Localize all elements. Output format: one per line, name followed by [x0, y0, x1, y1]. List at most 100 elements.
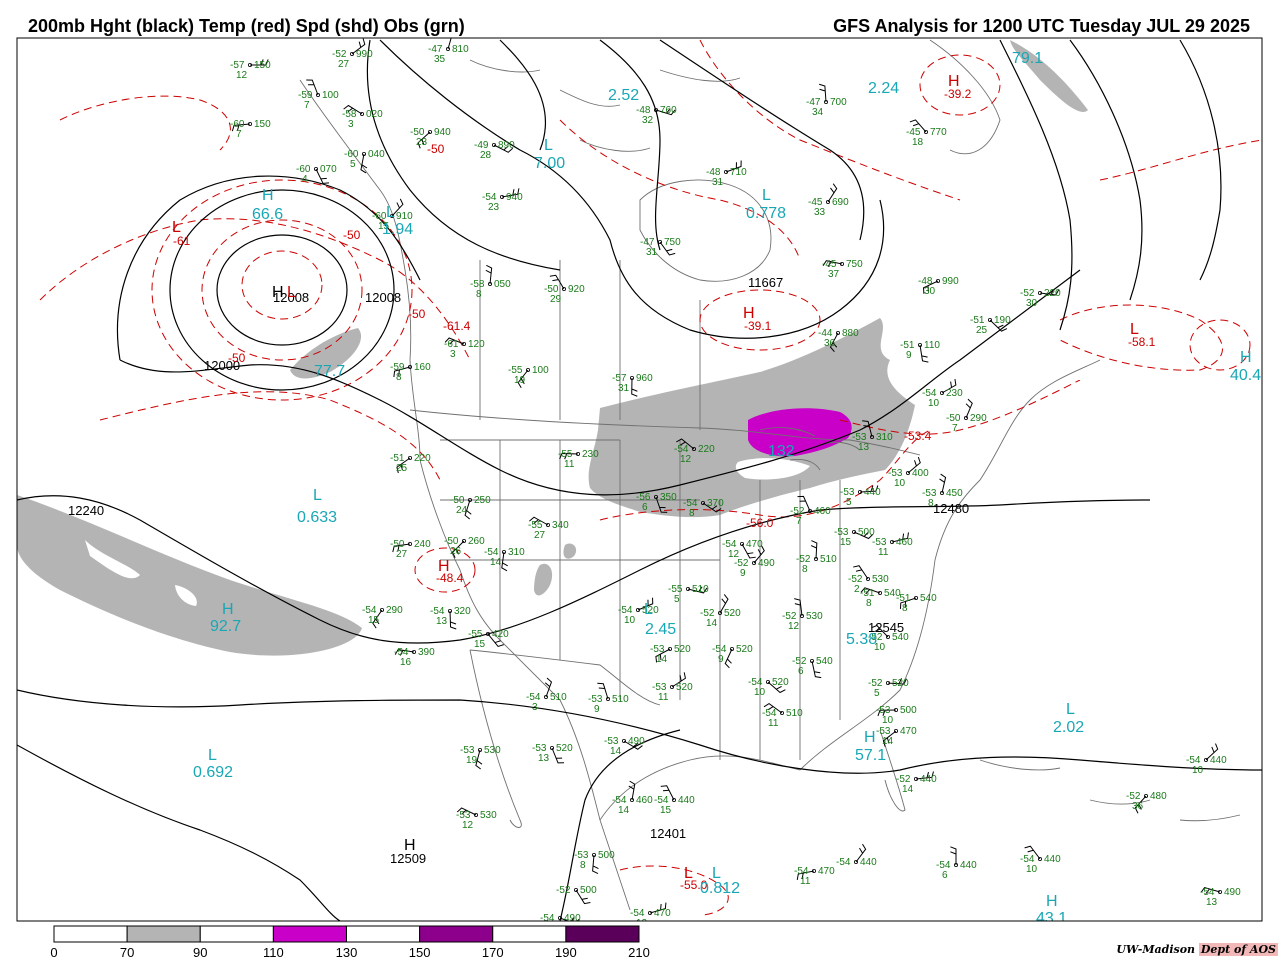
obs-height: 400	[912, 468, 929, 479]
station-obs: -54 44010	[1020, 854, 1061, 875]
obs-height: 490	[628, 736, 645, 747]
station-obs: -53 47014	[876, 726, 917, 747]
obs-dewpoint: 36	[824, 338, 836, 349]
obs-height: 440	[960, 860, 977, 871]
obs-dewpoint: 3	[348, 119, 354, 130]
obs-height: 880	[842, 328, 859, 339]
obs-dewpoint: 6	[798, 666, 804, 677]
obs-dewpoint: 37	[828, 269, 840, 280]
obs-height: 530	[480, 810, 497, 821]
obs-height: 420	[492, 629, 509, 640]
station-obs: -50 25024	[450, 495, 491, 516]
obs-height: 220	[1044, 288, 1061, 299]
obs-dewpoint: 4	[302, 174, 308, 185]
station-obs: -45 75037	[822, 259, 863, 280]
high-marker: H	[222, 601, 234, 618]
station-obs: -52 52014	[700, 608, 741, 629]
station-obs: -51 22025	[390, 453, 431, 474]
obs-height: 070	[320, 164, 337, 175]
speed-value: 0.778	[746, 205, 786, 222]
obs-dewpoint: 30	[1026, 298, 1038, 309]
station-obs: -53 52011	[652, 682, 693, 703]
obs-height: 050	[494, 279, 511, 290]
obs-dewpoint: 13	[858, 442, 870, 453]
obs-height: 530	[484, 745, 501, 756]
legend-swatch	[419, 925, 494, 943]
station-obs: -48 76032	[636, 105, 677, 126]
legend-tick-label: 90	[193, 945, 207, 960]
obs-height: 890	[498, 140, 515, 151]
obs-height: 520	[772, 677, 789, 688]
obs-dewpoint: 29	[550, 294, 562, 305]
obs-height: 510	[786, 708, 803, 719]
obs-height: 340	[552, 520, 569, 531]
obs-dewpoint: 14	[610, 746, 622, 757]
obs-dewpoint: 10	[624, 615, 636, 626]
station-obs: -50 24027	[390, 539, 431, 560]
speed-value: 43.1	[1036, 910, 1067, 927]
low-marker: L	[762, 187, 771, 204]
high-marker: H	[864, 729, 876, 746]
obs-height: 700	[830, 97, 847, 108]
station-obs: -51 5408	[896, 593, 937, 614]
obs-height: 150	[254, 119, 271, 130]
height-contour	[499, 39, 546, 151]
obs-height: 440	[920, 774, 937, 785]
obs-dewpoint: 30	[924, 286, 936, 297]
temp-contour	[1099, 139, 1262, 181]
obs-dewpoint: 9	[740, 568, 746, 579]
obs-height: 150	[254, 60, 271, 71]
obs-dewpoint: 11	[800, 876, 811, 887]
obs-dewpoint: 12	[462, 820, 474, 831]
obs-dewpoint: 10	[754, 687, 766, 698]
station-obs: -53 5008	[574, 850, 615, 871]
obs-height: 490	[1224, 887, 1241, 898]
station-obs: -49 89028	[474, 140, 515, 161]
legend-tick-label: 0	[50, 945, 57, 960]
obs-dewpoint: 3	[450, 349, 456, 360]
obs-height: 520	[674, 644, 691, 655]
obs-height: 190	[994, 315, 1011, 326]
obs-dewpoint: 10	[882, 715, 894, 726]
hudson-bay	[639, 179, 772, 282]
obs-height: 240	[414, 539, 431, 550]
station-obs: -52 53012	[782, 611, 823, 632]
station-obs: -57 15012	[230, 60, 271, 81]
station-obs: -52 22030	[1020, 288, 1061, 309]
speed-value: H	[1240, 349, 1252, 366]
high-marker: H	[438, 558, 450, 575]
obs-height: 530	[872, 574, 889, 585]
legend-tick-label: 190	[555, 945, 577, 960]
station-obs: -53 50010	[876, 705, 917, 726]
temp-label: -50	[228, 351, 246, 365]
obs-dewpoint: 33	[814, 207, 826, 218]
obs-height: 940	[434, 127, 451, 138]
speed-value: 0.812	[700, 880, 740, 897]
obs-height: 760	[660, 105, 677, 116]
obs-dewpoint: 9	[594, 704, 600, 715]
obs-height: 510	[612, 694, 629, 705]
legend-tick-label: 70	[120, 945, 134, 960]
obs-height: 520	[724, 608, 741, 619]
obs-dewpoint: 35	[434, 54, 446, 65]
speed-value: 2.45	[645, 621, 676, 638]
obs-height: 500	[598, 850, 615, 861]
obs-dewpoint: 6	[642, 502, 648, 513]
obs-height: 440	[864, 487, 881, 498]
obs-height: 440	[1210, 755, 1227, 766]
obs-height: 770	[930, 127, 947, 138]
temp-label: -50	[408, 307, 426, 321]
obs-dewpoint: 25	[396, 463, 408, 474]
obs-height: 370	[707, 498, 724, 509]
speed-value: 2.02	[1053, 719, 1084, 736]
obs-height: 320	[454, 606, 471, 617]
height-label: 12480	[933, 501, 969, 516]
obs-dewpoint: 8	[580, 860, 586, 871]
obs-dewpoint: 7	[796, 516, 802, 527]
obs-height: 290	[386, 605, 403, 616]
obs-dewpoint: 7	[952, 423, 958, 434]
credit-dept: Dept of AOS	[1198, 943, 1278, 956]
station-obs: -54 29015	[362, 605, 403, 626]
obs-dewpoint: 19	[466, 755, 478, 766]
speed-value: 0.692	[193, 764, 233, 781]
